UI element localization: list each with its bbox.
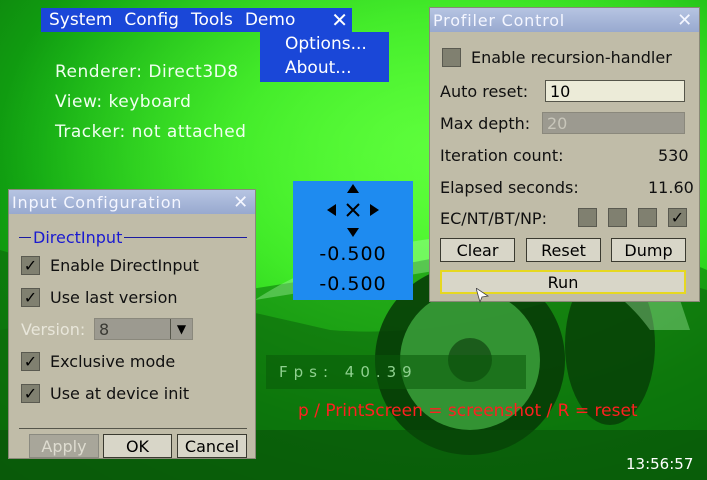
input-config-window: Input Configuration ✕ DirectInput ✓ Enab… [8,189,256,459]
reset-button[interactable]: Reset [526,238,601,262]
last-version-label: Use last version [50,288,178,307]
ec-checkbox[interactable] [578,208,597,227]
pad-value-y: -0.500 [319,273,387,295]
device-init-checkbox[interactable]: ✓ [21,384,40,403]
fps-counter: Fps: 40.39 [266,355,526,389]
exclusive-label: Exclusive mode [50,352,176,371]
view-info: View: keyboard [55,92,192,112]
center-x-icon[interactable] [346,203,360,217]
menu-item-options[interactable]: Options... [260,32,389,56]
last-version-row: ✓ Use last version [21,288,178,307]
renderer-info: Renderer: Direct3D8 [55,62,239,82]
direction-pad: -0.500 -0.500 [293,181,413,300]
last-version-checkbox[interactable]: ✓ [21,288,40,307]
iteration-count-label: Iteration count: [440,146,564,165]
menu-system[interactable]: System [41,10,116,30]
menu-tools[interactable]: Tools [183,10,237,30]
arrow-up-icon[interactable] [347,184,359,193]
enable-directinput-checkbox[interactable]: ✓ [21,256,40,275]
auto-reset-input[interactable]: 10 [545,80,685,102]
max-depth-input[interactable]: 20 [542,112,685,134]
exclusive-row: ✓ Exclusive mode [21,352,175,371]
version-label: Version: [21,320,86,339]
clock: 13:56:57 [626,455,694,473]
np-checkbox[interactable]: ✓ [668,208,687,227]
help-marquee-text: p / PrintScreen = screenshot / R = reset [298,401,638,421]
arrow-right-icon[interactable] [370,204,379,216]
close-icon[interactable]: ✕ [331,8,348,32]
enable-directinput-row: ✓ Enable DirectInput [21,256,199,275]
arrow-left-icon[interactable] [327,204,336,216]
button-divider [19,428,247,429]
ok-button[interactable]: OK [103,434,172,458]
iteration-count-value: 530 [658,146,689,165]
input-config-titlebar[interactable]: Input Configuration ✕ [9,190,255,214]
profiler-window: Profiler Control ✕ Enable recursion-hand… [429,7,700,302]
tracker-info: Tracker: not attached [55,122,247,142]
device-init-row: ✓ Use at device init [21,384,189,403]
version-value: 8 [99,319,110,339]
directinput-group-label: DirectInput [31,228,125,247]
profiler-titlebar[interactable]: Profiler Control ✕ [430,8,699,32]
bt-checkbox[interactable] [638,208,657,227]
arrow-down-icon[interactable] [347,228,359,237]
pad-value-x: -0.500 [319,243,387,265]
enable-recursion-row: Enable recursion-handler [442,48,672,67]
ec-label: EC/NT/BT/NP: [440,209,547,228]
max-depth-label: Max depth: [440,114,531,133]
chevron-down-icon[interactable]: ▼ [170,319,192,339]
direction-arrows [327,184,379,237]
enable-directinput-label: Enable DirectInput [50,256,199,275]
auto-reset-label: Auto reset: [440,82,529,101]
mouse-cursor-icon [476,288,490,304]
enable-recursion-label: Enable recursion-handler [471,48,672,67]
apply-button[interactable]: Apply [29,434,99,458]
nt-checkbox[interactable] [608,208,627,227]
device-init-label: Use at device init [50,384,190,403]
elapsed-seconds-value: 11.60 [648,178,694,197]
dump-button[interactable]: Dump [611,238,686,262]
close-icon[interactable]: ✕ [233,192,249,213]
elapsed-seconds-label: Elapsed seconds: [440,178,579,197]
close-icon[interactable]: ✕ [677,10,693,31]
demo-dropdown: Options... About... [260,32,389,82]
profiler-title: Profiler Control [433,10,566,30]
exclusive-checkbox[interactable]: ✓ [21,352,40,371]
enable-recursion-checkbox[interactable] [442,48,461,67]
cancel-button[interactable]: Cancel [177,434,247,458]
menu-config[interactable]: Config [116,10,183,30]
version-select[interactable]: 8 ▼ [94,318,193,340]
menu-demo[interactable]: Demo [237,10,304,30]
clear-button[interactable]: Clear [440,238,515,262]
menu-item-about[interactable]: About... [260,56,389,80]
menu-bar: System Config Tools Demo ✕ [41,8,352,32]
input-config-title: Input Configuration [12,192,183,212]
